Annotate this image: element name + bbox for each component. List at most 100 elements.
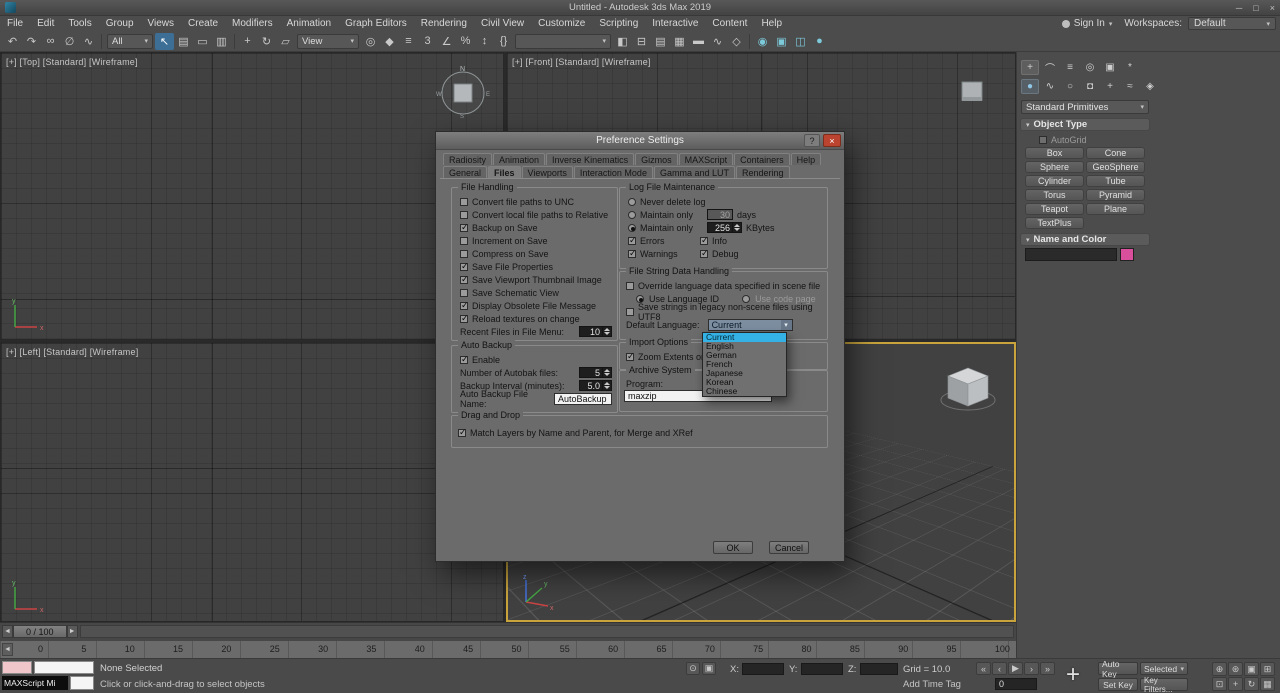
primitive-button[interactable]: GeoSphere [1086,161,1145,173]
frame-tick-label[interactable]: 50 [511,644,521,654]
unlink-selection-icon[interactable]: ∅ [60,33,79,50]
primitive-button[interactable]: TextPlus [1025,217,1084,229]
checkbox-row[interactable]: Backup on Save [452,221,617,234]
tab-gamma-lut[interactable]: Gamma and LUT [654,166,735,178]
spinner-arrows[interactable] [733,222,742,233]
checkbox-row[interactable]: Match Layers by Name and Parent, for Mer… [452,426,827,439]
tab-create[interactable]: + [1021,60,1039,75]
spinner-arrows[interactable] [603,326,612,337]
mirror-icon[interactable]: ◧ [613,33,632,50]
ok-button[interactable]: OK [713,541,753,554]
next-frame-button[interactable]: ► [67,625,78,638]
tab-help[interactable]: Help [791,153,822,165]
menu-edit[interactable]: Edit [30,16,61,31]
menu-civil-view[interactable]: Civil View [474,16,531,31]
category-helpers[interactable]: + [1101,79,1119,94]
maximize-button[interactable]: □ [1253,3,1258,13]
frame-tick-label[interactable]: 95 [947,644,957,654]
tab-interaction-mode[interactable]: Interaction Mode [574,166,653,178]
select-object-icon[interactable]: ↖ [155,33,174,50]
log-kbytes-field[interactable]: 256 [707,222,733,233]
x-coordinate-field[interactable] [742,663,784,675]
angle-snap-icon[interactable]: ∠ [437,33,456,50]
selection-filter-dropdown[interactable]: All▾ [107,34,153,49]
render-production-icon[interactable]: ● [810,33,829,50]
menu-interactive[interactable]: Interactive [645,16,705,31]
selection-lock-icon[interactable]: ▣ [702,662,716,675]
key-mode-dropdown[interactable]: Selected▾ [1140,662,1188,675]
primitive-button[interactable]: Cone [1086,147,1145,159]
checkbox-row[interactable]: Increment on Save [452,234,617,247]
frame-tick-label[interactable]: 40 [415,644,425,654]
percent-snap-icon[interactable]: % [456,33,475,50]
snaps-toggle-icon[interactable]: 3 [418,33,437,50]
frame-tick-label[interactable]: 75 [753,644,763,654]
viewport-top[interactable]: [+] [Top] [Standard] [Wireframe] N E S W… [0,52,504,340]
recent-files-field[interactable]: 10 [579,326,603,337]
frame-tick-label[interactable]: 60 [608,644,618,654]
name-color-rollout[interactable]: ▾ Name and Color [1020,233,1150,246]
keyboard-shortcut-override-icon[interactable]: ≡ [399,33,418,50]
listener-input-field[interactable] [34,661,94,674]
radio-row[interactable]: Never delete log [620,195,827,208]
menu-tools[interactable]: Tools [61,16,98,31]
checkbox-row[interactable]: Convert local file paths to Relative [452,208,617,221]
cancel-button[interactable]: Cancel [769,541,809,554]
render-setup-icon[interactable]: ▣ [772,33,791,50]
spinner-arrows[interactable] [603,380,612,391]
frame-tick-label[interactable]: 30 [318,644,328,654]
next-frame-icon[interactable]: › [1024,662,1039,675]
frame-tick-label[interactable]: 70 [705,644,715,654]
use-pivot-point-icon[interactable]: ◎ [361,33,380,50]
checkbox-row[interactable]: Errors [628,234,700,247]
key-filters-button[interactable]: Key Filters... [1140,678,1188,691]
menu-animation[interactable]: Animation [280,16,338,31]
primitive-button[interactable]: Torus [1025,189,1084,201]
select-and-rotate-icon[interactable]: ↻ [257,33,276,50]
radio-button[interactable] [636,295,644,303]
menu-content[interactable]: Content [705,16,754,31]
viewcube-3d[interactable] [936,358,1000,422]
checkbox-row[interactable]: Display Obsolete File Message [452,299,617,312]
align-icon[interactable]: ⊟ [632,33,651,50]
category-systems[interactable]: ◈ [1141,79,1159,94]
set-key-button[interactable]: Set Key [1098,678,1138,691]
log-days-field[interactable]: 30 [707,209,733,220]
menu-help[interactable]: Help [754,16,789,31]
tab-modify[interactable]: ⌒ [1041,60,1059,75]
close-icon[interactable]: × [823,134,841,147]
autogrid-row[interactable]: AutoGrid [1039,135,1087,145]
frame-tick-label[interactable]: 100 [995,644,1010,654]
primitive-button[interactable]: Plane [1086,203,1145,215]
frame-tick-label[interactable]: 35 [366,644,376,654]
zoom-region-icon[interactable]: ⊡ [1212,677,1227,691]
sign-in-button[interactable]: Sign In ▾ [1056,17,1119,30]
isolate-selection-icon[interactable]: ⊙ [686,662,700,675]
primitive-button[interactable]: Cylinder [1025,175,1084,187]
time-slider-handle[interactable]: 0 / 100 [13,625,67,638]
tab-gizmos[interactable]: Gizmos [635,153,678,165]
edit-named-selection-sets-icon[interactable]: {} [494,33,513,50]
backup-name-input[interactable]: AutoBackup [554,393,612,405]
tab-rendering[interactable]: Rendering [736,166,790,178]
material-editor-icon[interactable]: ◉ [753,33,772,50]
viewcube-compass[interactable]: N E S W [435,63,491,119]
autogrid-checkbox[interactable] [1039,136,1047,144]
auto-key-button[interactable]: Auto Key [1098,662,1138,675]
menu-modifiers[interactable]: Modifiers [225,16,280,31]
tab-hierarchy[interactable]: ≡ [1061,60,1079,75]
go-to-end-icon[interactable]: » [1040,662,1055,675]
named-selection-sets-dropdown[interactable]: ▾ [515,34,611,49]
checkbox-row[interactable]: Save File Properties [452,260,617,273]
category-geometry[interactable]: ● [1021,79,1039,94]
frame-tick-label[interactable]: 15 [173,644,183,654]
tab-radiosity[interactable]: Radiosity [443,153,492,165]
autobak-count-field[interactable]: 5 [579,367,603,378]
viewport-label[interactable]: [+] [Top] [Standard] [Wireframe] [6,57,138,67]
pan-icon[interactable]: + [1228,677,1243,691]
frame-tick-label[interactable]: 20 [221,644,231,654]
default-language-dropdown[interactable]: Current ▾ [708,319,793,331]
curve-editor-icon[interactable]: ∿ [708,33,727,50]
frame-tick-label[interactable]: 65 [656,644,666,654]
menu-create[interactable]: Create [181,16,225,31]
